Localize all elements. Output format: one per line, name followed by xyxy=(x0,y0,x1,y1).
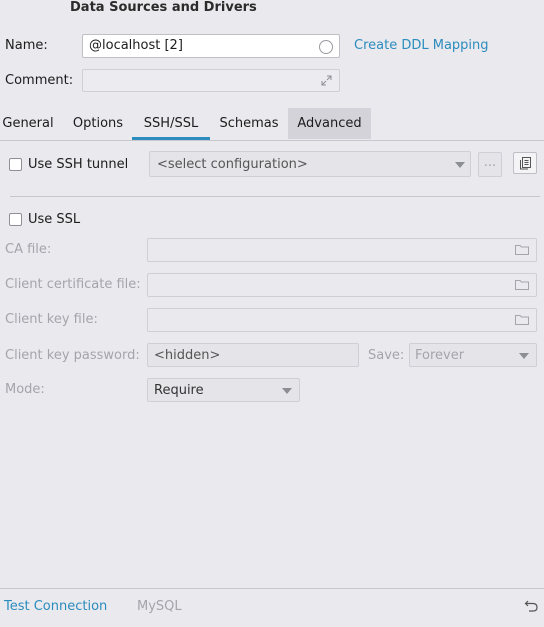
name-input-value: @localhost [2] xyxy=(89,38,183,53)
ssh-more-button[interactable]: ... xyxy=(478,152,502,177)
name-label: Name: xyxy=(5,38,48,53)
save-label: Save: xyxy=(368,348,405,363)
client-key-label: Client key file: xyxy=(5,312,98,327)
ssh-copy-button[interactable] xyxy=(513,152,537,174)
window-title: Data Sources and Drivers xyxy=(70,0,257,15)
comment-input[interactable] xyxy=(82,69,340,92)
footer-divider xyxy=(0,588,544,589)
use-ssl-checkbox[interactable] xyxy=(9,213,22,226)
ca-file-input[interactable] xyxy=(147,238,537,262)
chevron-down-icon xyxy=(455,162,465,168)
driver-name: MySQL xyxy=(137,599,182,614)
name-input[interactable]: @localhost [2] xyxy=(82,34,340,58)
ca-file-label: CA file: xyxy=(5,242,52,257)
section-divider xyxy=(10,196,540,197)
client-key-password-label: Client key password: xyxy=(5,348,140,363)
client-certificate-label: Client certificate file: xyxy=(5,277,141,292)
comment-label: Comment: xyxy=(5,73,74,88)
folder-icon[interactable] xyxy=(515,244,530,256)
use-ssh-tunnel-checkbox[interactable] xyxy=(9,158,22,171)
client-key-password-input[interactable]: <hidden> xyxy=(147,343,359,367)
mode-label: Mode: xyxy=(5,382,45,397)
tab-advanced[interactable]: Advanced xyxy=(288,108,371,139)
tab-options[interactable]: Options xyxy=(68,108,128,139)
undo-icon[interactable] xyxy=(524,599,539,613)
chevron-down-icon xyxy=(519,353,529,359)
tab-general[interactable]: General xyxy=(0,108,56,139)
folder-icon[interactable] xyxy=(515,279,530,291)
mode-select-value: Require xyxy=(154,383,204,398)
tab-schemas[interactable]: Schemas xyxy=(214,108,284,139)
client-key-password-value: <hidden> xyxy=(154,348,221,363)
create-ddl-mapping-link[interactable]: Create DDL Mapping xyxy=(354,38,489,53)
copy-icon xyxy=(520,157,531,170)
tab-ssh-ssl[interactable]: SSH/SSL xyxy=(132,108,210,140)
client-certificate-input[interactable] xyxy=(147,273,537,297)
chevron-down-icon xyxy=(282,388,292,394)
expand-icon[interactable] xyxy=(320,74,333,87)
save-select-value: Forever xyxy=(415,348,465,363)
save-select[interactable]: Forever xyxy=(409,343,537,367)
client-key-input[interactable] xyxy=(147,308,537,332)
ssh-configuration-value: <select configuration> xyxy=(157,157,308,172)
ssh-configuration-select[interactable]: <select configuration> xyxy=(149,151,471,177)
folder-icon[interactable] xyxy=(515,314,530,326)
use-ssl-label[interactable]: Use SSL xyxy=(28,212,80,227)
circle-status-icon xyxy=(319,40,333,54)
mode-select[interactable]: Require xyxy=(147,378,300,402)
use-ssh-tunnel-label[interactable]: Use SSH tunnel xyxy=(28,157,128,172)
test-connection-link[interactable]: Test Connection xyxy=(4,599,107,614)
